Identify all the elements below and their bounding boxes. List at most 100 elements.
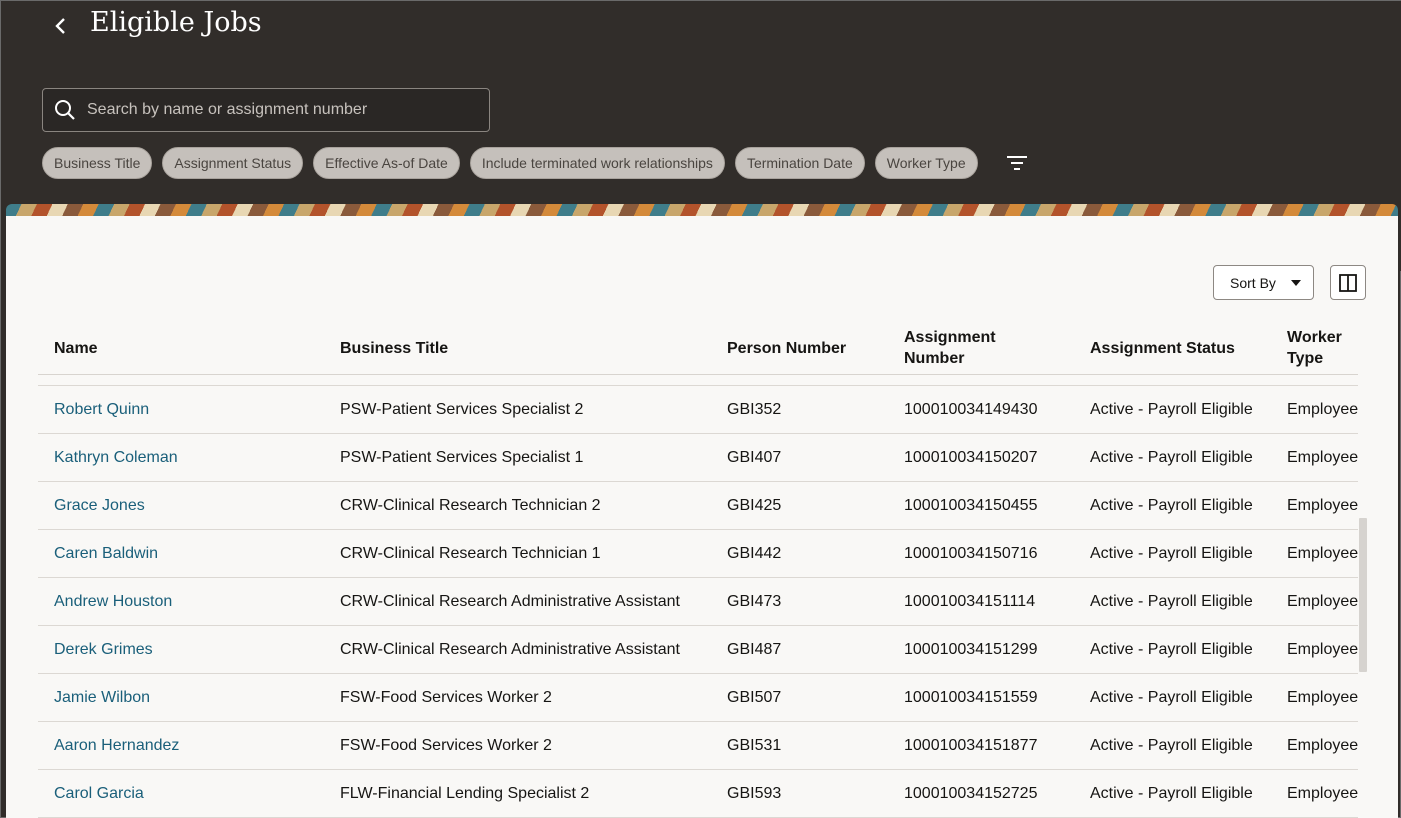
table-row[interactable]: Andrew Houston CRW-Clinical Research Adm…: [38, 578, 1358, 626]
row-worker-type: Employee: [1287, 736, 1358, 754]
row-business-title: PSW-Patient Services Specialist 1: [340, 448, 584, 466]
row-person-number: GBI531: [727, 736, 782, 754]
row-assignment-status: Active - Payroll Eligible: [1090, 544, 1253, 562]
row-name-link[interactable]: Robert Quinn: [54, 386, 149, 433]
row-worker-type: Employee: [1287, 496, 1358, 514]
row-assignment-number: 100010034150455: [904, 496, 1038, 514]
table-row[interactable]: Caren Baldwin CRW-Clinical Research Tech…: [38, 530, 1358, 578]
row-person-number: GBI593: [727, 784, 782, 802]
back-chevron-icon: [55, 18, 65, 34]
row-person-number: GBI425: [727, 496, 782, 514]
panel-layout-button[interactable]: [1330, 265, 1366, 300]
back-button[interactable]: [45, 9, 77, 43]
row-person-number: GBI473: [727, 592, 782, 610]
row-worker-type: Employee: [1287, 448, 1358, 466]
row-assignment-number: 100010034151559: [904, 688, 1038, 706]
vertical-scrollbar[interactable]: [1359, 518, 1367, 672]
row-person-number: GBI442: [727, 544, 782, 562]
row-assignment-status: Active - Payroll Eligible: [1090, 448, 1253, 466]
row-business-title: CRW-Clinical Research Administrative Ass…: [340, 592, 680, 610]
row-assignment-status: Active - Payroll Eligible: [1090, 784, 1253, 802]
col-header-assignment-number-line1: Assignment: [904, 329, 996, 346]
table-row[interactable]: Aaron Hernandez FSW-Food Services Worker…: [38, 722, 1358, 770]
table-row[interactable]: Robert Quinn PSW-Patient Services Specia…: [38, 386, 1358, 434]
row-worker-type: Employee: [1287, 544, 1358, 562]
table-row[interactable]: Derek Grimes CRW-Clinical Research Admin…: [38, 626, 1358, 674]
col-header-assignment-status[interactable]: Assignment Status: [1090, 321, 1235, 375]
row-name-link[interactable]: Carol Garcia: [54, 770, 144, 817]
row-assignment-number: 100010034151877: [904, 736, 1038, 754]
results-panel: Sort By Name Business Title Person Numbe…: [6, 216, 1398, 818]
filter-chip-termination-date[interactable]: Termination Date: [734, 147, 865, 179]
eligible-jobs-table: Name Business Title Person Number Assign…: [38, 321, 1358, 818]
filter-chip-assignment-status[interactable]: Assignment Status: [162, 147, 304, 179]
table-row[interactable]: Carol Garcia FLW-Financial Lending Speci…: [38, 770, 1358, 818]
filter-chip-worker-type[interactable]: Worker Type: [874, 147, 978, 179]
row-assignment-status: Active - Payroll Eligible: [1090, 496, 1253, 514]
table-row[interactable]: Jamie Wilbon FSW-Food Services Worker 2 …: [38, 674, 1358, 722]
filter-chip-include-terminated[interactable]: Include terminated work relationships: [469, 147, 725, 179]
row-person-number: GBI352: [727, 400, 782, 418]
col-header-assignment-number-line2: Number: [904, 350, 965, 367]
row-name-link[interactable]: Grace Jones: [54, 482, 145, 529]
search-icon: [43, 88, 87, 132]
row-assignment-number: 100010034150207: [904, 448, 1038, 466]
row-assignment-status: Active - Payroll Eligible: [1090, 640, 1253, 658]
row-assignment-number: 100010034150716: [904, 544, 1038, 562]
filter-chip-effective-date[interactable]: Effective As-of Date: [313, 147, 460, 179]
col-header-worker-type-line1: Worker: [1287, 329, 1342, 346]
filter-icon: [1006, 156, 1027, 170]
row-worker-type: Employee: [1287, 400, 1358, 418]
row-assignment-number: 100010034152725: [904, 784, 1038, 802]
sort-by-label: Sort By: [1230, 274, 1276, 291]
table-header: Name Business Title Person Number Assign…: [38, 321, 1358, 375]
table-body: Robert Quinn PSW-Patient Services Specia…: [38, 375, 1358, 818]
row-name-link[interactable]: Aaron Hernandez: [54, 722, 179, 769]
filter-chips: Business Title Assignment Status Effecti…: [42, 147, 1034, 179]
row-person-number: GBI407: [727, 448, 782, 466]
filter-button[interactable]: [1000, 147, 1034, 179]
row-assignment-status: Active - Payroll Eligible: [1090, 736, 1253, 754]
row-business-title: CRW-Clinical Research Technician 2: [340, 496, 601, 514]
row-assignment-status: Active - Payroll Eligible: [1090, 400, 1253, 418]
row-person-number: GBI507: [727, 688, 782, 706]
row-name-link[interactable]: Kathryn Coleman: [54, 434, 178, 481]
col-header-person-number[interactable]: Person Number: [727, 321, 846, 375]
decorative-banner: [6, 204, 1398, 216]
row-worker-type: Employee: [1287, 592, 1358, 610]
caret-down-icon: [1291, 279, 1301, 286]
row-person-number: GBI487: [727, 640, 782, 658]
row-business-title: FLW-Financial Lending Specialist 2: [340, 784, 590, 802]
col-header-name[interactable]: Name: [54, 321, 98, 375]
row-assignment-number: 100010034151114: [904, 592, 1036, 610]
row-worker-type: Employee: [1287, 784, 1358, 802]
row-name-link[interactable]: Andrew Houston: [54, 578, 172, 625]
table-row[interactable]: Kathryn Coleman PSW-Patient Services Spe…: [38, 434, 1358, 482]
row-worker-type: Employee: [1287, 640, 1358, 658]
filter-chip-business-title[interactable]: Business Title: [42, 147, 153, 179]
row-assignment-status: Active - Payroll Eligible: [1090, 688, 1253, 706]
row-business-title: FSW-Food Services Worker 2: [340, 736, 552, 754]
col-header-assignment-number[interactable]: Assignment Number: [904, 321, 996, 375]
search-box[interactable]: [42, 88, 490, 132]
row-assignment-number: 100010034151299: [904, 640, 1038, 658]
row-worker-type: Employee: [1287, 688, 1358, 706]
col-header-business-title[interactable]: Business Title: [340, 321, 448, 375]
row-business-title: FSW-Food Services Worker 2: [340, 688, 552, 706]
table-row[interactable]: Grace Jones CRW-Clinical Research Techni…: [38, 482, 1358, 530]
sort-by-button[interactable]: Sort By: [1213, 265, 1314, 300]
row-name-link[interactable]: Caren Baldwin: [54, 530, 158, 577]
row-name-link[interactable]: Derek Grimes: [54, 626, 153, 673]
row-business-title: CRW-Clinical Research Administrative Ass…: [340, 640, 680, 658]
page-title: Eligible Jobs: [90, 7, 262, 38]
row-business-title: CRW-Clinical Research Technician 1: [340, 544, 601, 562]
col-header-worker-type-line2: Type: [1287, 350, 1324, 367]
row-assignment-number: 100010034149430: [904, 400, 1038, 418]
row-business-title: PSW-Patient Services Specialist 2: [340, 400, 584, 418]
row-assignment-status: Active - Payroll Eligible: [1090, 592, 1253, 610]
col-header-worker-type[interactable]: Worker Type: [1287, 321, 1342, 375]
search-input[interactable]: [87, 89, 489, 131]
panel-layout-icon: [1339, 273, 1357, 292]
row-name-link[interactable]: Jamie Wilbon: [54, 674, 150, 721]
table-row-partial: [38, 375, 1358, 386]
